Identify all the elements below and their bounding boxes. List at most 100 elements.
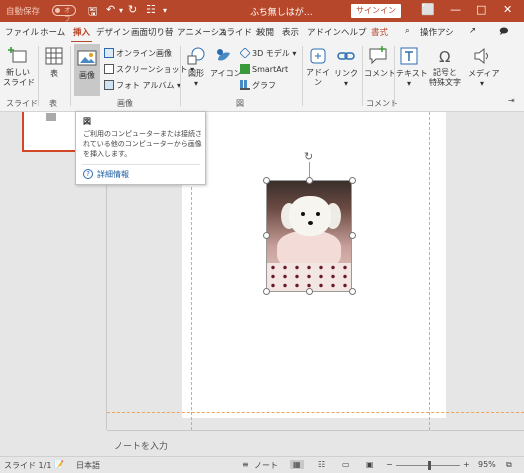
notes-toggle[interactable]: ノート bbox=[254, 460, 278, 471]
guide-vertical[interactable] bbox=[429, 112, 430, 430]
tab-addins[interactable]: アドイン bbox=[307, 26, 341, 38]
chart-label: グラフ bbox=[252, 81, 276, 90]
tab-format[interactable]: 書式 bbox=[371, 26, 388, 38]
media-button[interactable]: メディア ▾ bbox=[468, 46, 499, 88]
icons-label: アイコン bbox=[210, 69, 242, 78]
online-image-button[interactable]: オンライン画像 bbox=[104, 48, 172, 59]
ribbon-display-icon[interactable]: ⬜ bbox=[421, 3, 435, 16]
icons-button[interactable]: アイコン bbox=[210, 46, 242, 79]
text-button[interactable]: テキスト ▾ bbox=[396, 46, 428, 88]
zoom-slider-thumb[interactable] bbox=[428, 461, 431, 470]
slide-sorter-icon[interactable]: ☷ bbox=[318, 460, 325, 469]
title-bar: 自動保存 オフ 🖫 ↶ ▾ ↻ ☷ ▾ ふち無しはが… サインイン ⬜ — □ … bbox=[0, 0, 524, 23]
addins-label: アドイ ン bbox=[306, 68, 330, 87]
zoom-in-icon[interactable]: + bbox=[463, 460, 470, 469]
normal-view-icon[interactable]: ▦ bbox=[290, 460, 304, 469]
document-title: ふち無しはが… bbox=[250, 8, 313, 18]
tab-file[interactable]: ファイル bbox=[5, 26, 39, 38]
resize-handle[interactable] bbox=[263, 177, 270, 184]
maximize-icon[interactable]: □ bbox=[476, 3, 486, 16]
new-slide-button[interactable]: 新しい スライド bbox=[3, 46, 35, 88]
group-label-slides: スライド bbox=[6, 99, 38, 108]
smartart-button[interactable]: SmartArt bbox=[240, 64, 288, 74]
tab-view[interactable]: 表示 bbox=[282, 26, 299, 38]
table-button[interactable]: 表 bbox=[43, 46, 65, 79]
icons-icon bbox=[217, 49, 230, 61]
resize-handle[interactable] bbox=[263, 232, 270, 239]
notes-pane[interactable]: ノートを入力 bbox=[107, 430, 524, 456]
chart-icon bbox=[240, 80, 250, 90]
shapes-label: 図形 bbox=[188, 69, 204, 78]
share-icon[interactable]: ↗ bbox=[469, 26, 476, 36]
guide-horizontal[interactable] bbox=[107, 412, 524, 413]
undo-icon[interactable]: ↶ bbox=[106, 3, 115, 16]
omega-icon: Ω bbox=[439, 48, 450, 66]
save-icon[interactable]: 🖫 bbox=[88, 3, 97, 22]
3d-model-button[interactable]: 3D モデル ▾ bbox=[239, 47, 296, 59]
comment-button[interactable]: コメント bbox=[364, 46, 396, 79]
resize-handle[interactable] bbox=[306, 288, 313, 295]
addins-icon bbox=[310, 48, 326, 64]
search-icon[interactable]: ⌕ bbox=[405, 26, 410, 36]
3d-model-label: 3D モデル bbox=[252, 49, 290, 58]
zoom-level[interactable]: 95% bbox=[478, 460, 496, 469]
tab-home[interactable]: ホーム bbox=[40, 26, 65, 38]
start-presentation-icon[interactable]: ☷ bbox=[146, 3, 156, 16]
resize-handle[interactable] bbox=[263, 288, 270, 295]
media-dropdown-icon: ▾ bbox=[479, 79, 484, 88]
comments-icon[interactable]: 🗩 bbox=[499, 26, 508, 40]
status-bar: スライド 1/1 📝 日本語 ≡ ノート ▦ ☷ ▭ ▣ − + 95% ⧉ bbox=[0, 456, 524, 473]
slideshow-icon[interactable]: ▣ bbox=[366, 460, 374, 469]
tab-help[interactable]: ヘルプ bbox=[341, 26, 367, 38]
dog-photo[interactable] bbox=[266, 180, 352, 292]
tell-me-input[interactable]: 操作アシ bbox=[420, 26, 454, 38]
tooltip-body: ご利用のコンピューターまたは接続されている他のコンピューターから画像を挿入します… bbox=[83, 130, 202, 158]
symbols-button[interactable]: Ω 記号と 特殊文字 bbox=[425, 46, 465, 88]
tooltip-more-info-link[interactable]: 詳細情報 bbox=[97, 169, 129, 180]
resize-handle[interactable] bbox=[306, 177, 313, 184]
minimize-icon[interactable]: — bbox=[450, 3, 461, 16]
help-icon[interactable]: ? bbox=[83, 169, 93, 179]
zoom-out-icon[interactable]: − bbox=[386, 460, 393, 469]
reading-view-icon[interactable]: ▭ bbox=[342, 460, 350, 469]
online-image-label: オンライン画像 bbox=[116, 49, 172, 58]
customize-toolbar-icon[interactable]: ▾ bbox=[163, 6, 167, 15]
text-dropdown-icon: ▾ bbox=[406, 79, 411, 88]
link-dropdown-icon: ▾ bbox=[343, 79, 348, 88]
tab-insert[interactable]: 挿入 bbox=[70, 26, 93, 43]
language-indicator[interactable]: 日本語 bbox=[76, 460, 100, 471]
group-separator bbox=[38, 46, 39, 106]
thumbnail-image bbox=[46, 113, 56, 121]
dog-head bbox=[289, 196, 331, 236]
signin-button[interactable]: サインイン bbox=[351, 4, 401, 18]
collapse-ribbon-icon[interactable]: ⇥ bbox=[508, 96, 515, 105]
tab-review[interactable]: 校閲 bbox=[257, 26, 274, 38]
autosave-toggle[interactable]: オフ bbox=[52, 5, 76, 23]
group-label-images: 画像 bbox=[117, 99, 133, 108]
chart-button[interactable]: グラフ bbox=[240, 80, 276, 91]
undo-dropdown-icon[interactable]: ▾ bbox=[119, 6, 123, 15]
ribbon: 新しい スライド スライド 表 表 画像 オンライン画像 スクリーンショット ▾… bbox=[0, 42, 524, 112]
addins-button[interactable]: アドイ ン bbox=[305, 46, 331, 88]
link-button[interactable]: リンク ▾ bbox=[334, 46, 358, 88]
table-icon bbox=[45, 47, 63, 65]
tab-design[interactable]: デザイン bbox=[96, 26, 130, 38]
new-slide-label: 新しい スライド bbox=[3, 68, 35, 87]
close-icon[interactable]: ✕ bbox=[503, 3, 512, 16]
spellcheck-icon[interactable]: 📝 bbox=[54, 460, 64, 469]
notes-toggle-icon[interactable]: ≡ bbox=[242, 460, 249, 469]
group-label-illustrations: 図 bbox=[236, 99, 244, 108]
shapes-icon bbox=[187, 47, 205, 65]
resize-handle[interactable] bbox=[349, 177, 356, 184]
resize-handle[interactable] bbox=[349, 232, 356, 239]
redo-icon[interactable]: ↻ bbox=[128, 3, 137, 16]
new-slide-icon bbox=[8, 47, 27, 63]
fit-to-window-icon[interactable]: ⧉ bbox=[506, 460, 512, 470]
tab-transitions[interactable]: 画面切り替 bbox=[131, 26, 174, 38]
photo-album-button[interactable]: フォト アルバム ▾ bbox=[104, 80, 181, 91]
group-separator bbox=[70, 46, 71, 106]
image-button[interactable]: 画像 bbox=[76, 48, 98, 81]
group-separator bbox=[302, 46, 303, 106]
resize-handle[interactable] bbox=[349, 288, 356, 295]
shapes-button[interactable]: 図形 ▾ bbox=[184, 46, 208, 88]
